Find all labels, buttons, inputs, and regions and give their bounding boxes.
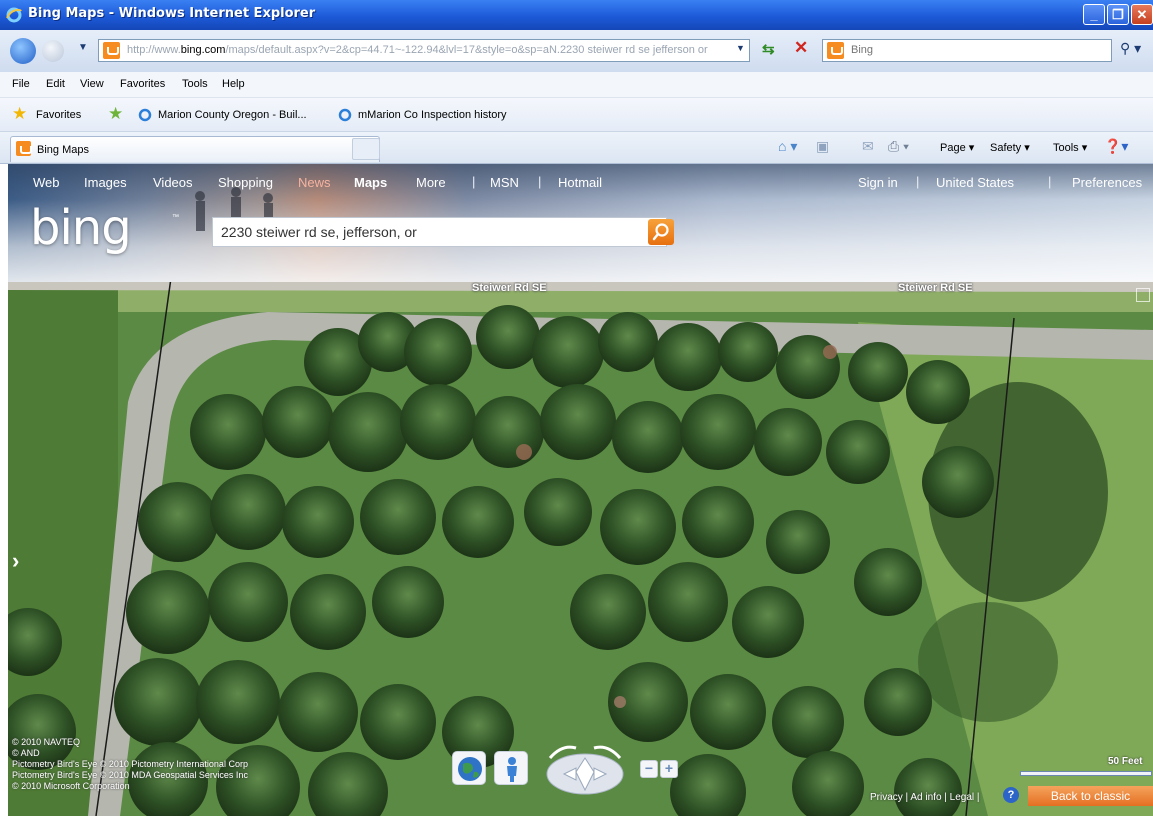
ie-page-icon <box>138 108 152 122</box>
tab-bing-maps[interactable]: Bing Maps <box>10 136 380 162</box>
favorites-button[interactable]: Favorites <box>36 109 81 121</box>
bing-logo[interactable]: bing <box>30 200 132 256</box>
home-icon[interactable]: ⌂ ▾ <box>778 138 797 155</box>
road-label: Steiwer Rd SE <box>472 282 547 294</box>
forward-button[interactable] <box>42 40 64 62</box>
bing-nav-more[interactable]: More <box>416 175 446 190</box>
close-button[interactable]: ✕ <box>1131 4 1153 25</box>
bing-nav-videos[interactable]: Videos <box>153 175 193 190</box>
map-copyright: © 2010 NAVTEQ © AND Pictometry Bird's Ey… <box>12 737 248 791</box>
nav-separator: | <box>1048 174 1052 189</box>
menu-tools[interactable]: Tools <box>182 78 208 90</box>
stop-icon[interactable]: ✕ <box>794 38 808 58</box>
map-view[interactable]: Steiwer Rd SE Steiwer Rd SE › © 2010 NAV… <box>8 282 1153 816</box>
globe-icon <box>458 757 482 781</box>
bing-search-input[interactable] <box>219 223 629 241</box>
url-field[interactable]: http://www.bing.com/maps/default.aspx?v=… <box>98 39 750 62</box>
globe-view-button[interactable] <box>452 751 486 785</box>
nav-separator: | <box>916 174 920 189</box>
trademark-mark: ™ <box>172 214 179 221</box>
streetside-button[interactable] <box>494 751 528 785</box>
favorite-link-marion-county[interactable]: Marion County Oregon - Buil... <box>158 109 307 121</box>
zoom-in-button[interactable]: + <box>660 760 678 778</box>
bing-search-button[interactable] <box>648 219 674 245</box>
url-dropdown-icon[interactable]: ▼ <box>736 43 745 53</box>
help-icon[interactable]: ? <box>1003 787 1019 803</box>
chevron-right-icon[interactable]: › <box>12 548 19 574</box>
search-provider-icon <box>827 42 844 59</box>
ie-icon <box>6 7 22 23</box>
search-box[interactable] <box>822 39 1112 62</box>
search-input[interactable] <box>849 43 1099 57</box>
magnifier-icon <box>652 223 669 241</box>
bing-nav-news[interactable]: News <box>298 175 331 190</box>
menu-bar: File Edit View Favorites Tools Help <box>0 72 1153 98</box>
road-label: Steiwer Rd SE <box>898 282 973 294</box>
person-icon <box>507 757 517 782</box>
safety-menu[interactable]: Safety ▾ <box>990 141 1030 154</box>
tab-label: Bing Maps <box>37 144 89 156</box>
preferences-link[interactable]: Preferences <box>1072 175 1142 190</box>
maximize-button[interactable]: ❐ <box>1107 4 1129 25</box>
bing-nav-maps[interactable]: Maps <box>354 175 387 190</box>
favorites-star-icon[interactable]: ★ <box>12 104 27 124</box>
menu-edit[interactable]: Edit <box>46 78 65 90</box>
aerial-imagery[interactable] <box>8 282 1153 816</box>
country-link[interactable]: United States <box>936 175 1014 190</box>
address-bar: ▼ http://www.bing.com/maps/default.aspx?… <box>0 30 1153 72</box>
bing-nav-web[interactable]: Web <box>33 175 60 190</box>
mail-icon[interactable]: ✉ <box>862 138 874 155</box>
nav-separator: | <box>472 174 476 189</box>
minimize-button[interactable]: _ <box>1083 4 1105 25</box>
title-bar: Bing Maps - Windows Internet Explorer _ … <box>0 0 1153 30</box>
footer-links[interactable]: Privacy | Ad info | Legal | <box>870 792 980 803</box>
new-tab-button[interactable] <box>352 138 380 160</box>
bing-nav-msn[interactable]: MSN <box>490 175 519 190</box>
scale-bar <box>1020 771 1152 776</box>
bing-nav-images[interactable]: Images <box>84 175 127 190</box>
bing-search-box[interactable] <box>212 217 667 247</box>
feeds-icon[interactable]: ▣ <box>816 138 829 155</box>
recent-pages-icon[interactable]: ▼ <box>78 42 88 53</box>
url-text: http://www.bing.com/maps/default.aspx?v=… <box>127 44 708 56</box>
bing-header: Web Images Videos Shopping News Maps Mor… <box>8 164 1153 282</box>
bing-nav-hotmail[interactable]: Hotmail <box>558 175 602 190</box>
menu-favorites[interactable]: Favorites <box>120 78 165 90</box>
menu-file[interactable]: File <box>12 78 30 90</box>
favorites-bar: ★ Favorites ★ Marion County Oregon - Bui… <box>0 98 1153 132</box>
bing-favicon-icon <box>16 141 32 156</box>
bing-favicon-icon <box>103 42 120 59</box>
help-menu-icon[interactable]: ❓▾ <box>1104 138 1128 155</box>
page-menu[interactable]: Page ▾ <box>940 141 974 154</box>
add-favorite-icon[interactable]: ★ <box>108 104 123 124</box>
ie-page-icon <box>338 108 352 122</box>
compass-pan-control[interactable] <box>542 742 628 796</box>
nav-separator: | <box>538 174 542 189</box>
back-to-classic-button[interactable]: Back to classic <box>1028 786 1153 806</box>
tools-menu[interactable]: Tools ▾ <box>1053 141 1087 154</box>
menu-help[interactable]: Help <box>222 78 245 90</box>
print-icon[interactable]: ⎙ ▾ <box>888 138 909 155</box>
bing-nav-shopping[interactable]: Shopping <box>218 175 273 190</box>
command-bar: Bing Maps ⌂ ▾ ▣ ✉ ⎙ ▾ Page ▾ Safety ▾ To… <box>0 132 1153 164</box>
expand-icon[interactable] <box>1136 288 1150 302</box>
window-title: Bing Maps - Windows Internet Explorer <box>28 6 316 21</box>
back-button[interactable] <box>10 38 36 64</box>
menu-view[interactable]: View <box>80 78 104 90</box>
favorite-link-inspection-history[interactable]: mMarion Co Inspection history <box>358 109 507 121</box>
sign-in-link[interactable]: Sign in <box>858 175 898 190</box>
scale-label: 50 Feet <box>1108 756 1143 767</box>
search-icon[interactable]: ⚲ ▾ <box>1120 40 1141 57</box>
refresh-icon[interactable]: ⇆ <box>762 40 775 58</box>
zoom-out-button[interactable]: − <box>640 760 658 778</box>
